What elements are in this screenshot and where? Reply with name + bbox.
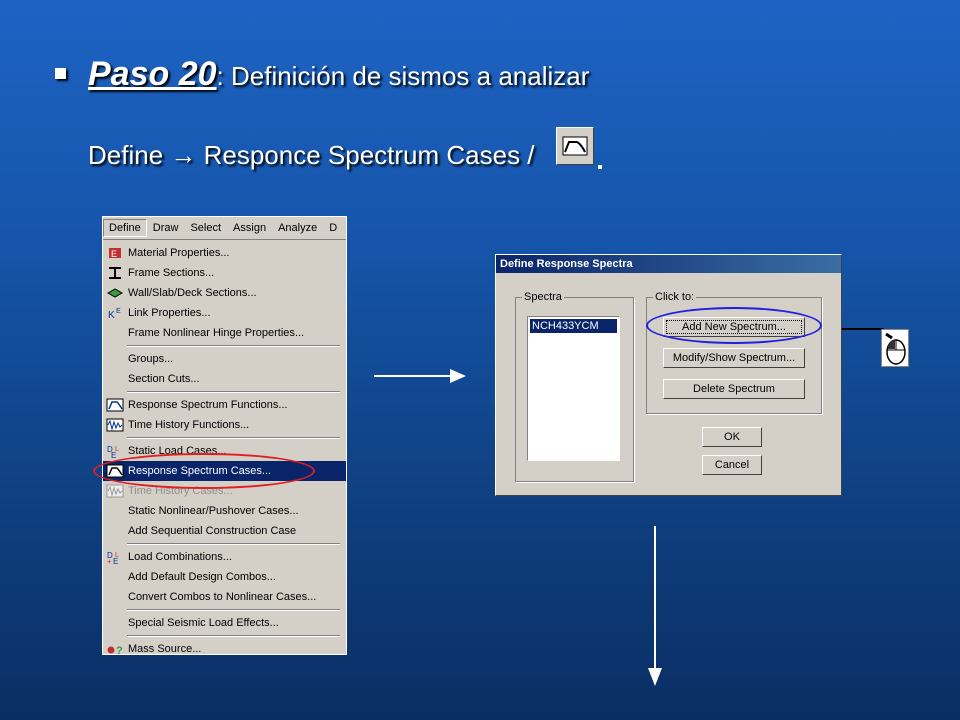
menu-item-frame-hinge[interactable]: Frame Nonlinear Hinge Properties... bbox=[103, 323, 346, 343]
svg-text:?: ? bbox=[116, 645, 123, 655]
menu-item-label: Convert Combos to Nonlinear Cases... bbox=[128, 591, 317, 603]
slide-title: Paso 20: Definición de sismos a analizar bbox=[55, 55, 589, 94]
spectra-group: Spectra NCH433YCM bbox=[515, 291, 634, 482]
menu-item-label: Groups... bbox=[128, 353, 174, 365]
menu-item-label: Link Properties... bbox=[128, 307, 211, 319]
menu-separator bbox=[127, 635, 340, 637]
menu-item-label: Frame Sections... bbox=[128, 267, 215, 279]
menu-separator bbox=[127, 391, 340, 393]
menu-design[interactable]: D bbox=[323, 222, 343, 234]
menu-separator bbox=[127, 609, 340, 611]
blank-icon bbox=[106, 504, 124, 518]
period-mark bbox=[598, 165, 602, 169]
menu-path-text: Define → Responce Spectrum Cases / bbox=[88, 140, 535, 170]
menu-separator bbox=[127, 345, 340, 347]
menu-select[interactable]: Select bbox=[184, 222, 227, 234]
arrow-right-icon bbox=[374, 369, 466, 383]
menu-item-label: Load Combinations... bbox=[128, 551, 232, 563]
spectra-group-label: Spectra bbox=[522, 291, 564, 303]
arrow-down-icon bbox=[648, 526, 662, 686]
menu-item-label: Mass Source... bbox=[128, 643, 202, 655]
menu-item-section-cuts[interactable]: Section Cuts... bbox=[103, 369, 346, 389]
button-highlight-ellipse bbox=[646, 307, 822, 344]
mass-source-icon: ? bbox=[106, 642, 124, 655]
link-icon: KE bbox=[106, 306, 124, 321]
menu-item-groups[interactable]: Groups... bbox=[103, 349, 346, 369]
menu-item-material-properties[interactable]: E Material Properties... bbox=[103, 243, 346, 263]
menu-item-wall-slab-deck[interactable]: Wall/Slab/Deck Sections... bbox=[103, 283, 346, 303]
svg-text:E: E bbox=[116, 308, 121, 315]
spectrum-icon bbox=[562, 136, 588, 156]
material-icon: E bbox=[106, 246, 124, 260]
blank-icon bbox=[106, 524, 124, 538]
static-load-icon: DLE bbox=[106, 444, 124, 460]
menu-separator bbox=[127, 437, 340, 439]
menu-item-label: Wall/Slab/Deck Sections... bbox=[128, 287, 257, 299]
menubar: Define Draw Select Assign Analyze D bbox=[103, 217, 346, 240]
menu-item-load-combinations[interactable]: D L + E Load Combinations... bbox=[103, 547, 346, 567]
menu-item-label: Add Default Design Combos... bbox=[128, 571, 276, 583]
load-combo-icon: D L + E bbox=[106, 550, 124, 566]
menu-item-label: Response Spectrum Functions... bbox=[128, 399, 288, 411]
menu-item-label: Material Properties... bbox=[128, 247, 230, 259]
menu-analyze[interactable]: Analyze bbox=[272, 222, 323, 234]
svg-text:E: E bbox=[113, 557, 118, 564]
define-menu: Define Draw Select Assign Analyze D E Ma… bbox=[102, 216, 347, 655]
blank-icon bbox=[106, 616, 124, 630]
blank-icon bbox=[106, 372, 124, 386]
blank-icon bbox=[106, 352, 124, 366]
bullet-icon bbox=[55, 68, 66, 80]
blank-icon bbox=[106, 590, 124, 604]
menu-define[interactable]: Define bbox=[103, 219, 147, 237]
blank-icon bbox=[106, 326, 124, 340]
menu-item-label: Time History Functions... bbox=[128, 419, 250, 431]
mouse-click-icon bbox=[881, 329, 909, 367]
click-to-label: Click to: bbox=[653, 291, 697, 303]
menu-item-label: Static Nonlinear/Pushover Cases... bbox=[128, 505, 299, 517]
highlight-ellipse bbox=[93, 453, 315, 489]
spectra-list-item[interactable]: NCH433YCM bbox=[530, 319, 617, 333]
menu-item-label: Section Cuts... bbox=[128, 373, 200, 385]
menu-item-convert-combos[interactable]: Convert Combos to Nonlinear Cases... bbox=[103, 587, 346, 607]
menu-item-time-history-functions[interactable]: Time History Functions... bbox=[103, 415, 346, 435]
define-response-spectra-dialog: Define Response Spectra Spectra NCH433YC… bbox=[495, 254, 842, 496]
time-history-case-icon bbox=[106, 484, 124, 498]
wall-slab-icon bbox=[106, 286, 124, 300]
menu-item-sequential-construction[interactable]: Add Sequential Construction Case bbox=[103, 521, 346, 541]
menu-item-default-design-combos[interactable]: Add Default Design Combos... bbox=[103, 567, 346, 587]
menu-item-mass-source[interactable]: ? Mass Source... bbox=[103, 639, 346, 655]
cancel-button[interactable]: Cancel bbox=[702, 455, 762, 475]
menu-item-label: Frame Nonlinear Hinge Properties... bbox=[128, 327, 305, 339]
blank-icon bbox=[106, 570, 124, 584]
spectrum-function-icon bbox=[106, 398, 124, 412]
menu-item-label: Add Sequential Construction Case bbox=[128, 525, 297, 537]
menu-item-frame-sections[interactable]: Frame Sections... bbox=[103, 263, 346, 283]
menu-item-special-seismic[interactable]: Special Seismic Load Effects... bbox=[103, 613, 346, 633]
delete-spectrum-button[interactable]: Delete Spectrum bbox=[663, 379, 805, 399]
menu-assign[interactable]: Assign bbox=[227, 222, 272, 234]
svg-text:K: K bbox=[108, 310, 115, 320]
ok-button[interactable]: OK bbox=[702, 427, 762, 447]
menu-item-response-spectrum-functions[interactable]: Response Spectrum Functions... bbox=[103, 395, 346, 415]
menu-draw[interactable]: Draw bbox=[147, 222, 185, 234]
svg-text:E: E bbox=[111, 249, 117, 259]
svg-text:+: + bbox=[107, 557, 112, 564]
menu-item-link-properties[interactable]: KE Link Properties... bbox=[103, 303, 346, 323]
response-spectrum-toolbar-button[interactable] bbox=[556, 127, 594, 165]
frame-section-icon bbox=[106, 266, 124, 280]
menu-item-static-nonlinear[interactable]: Static Nonlinear/Pushover Cases... bbox=[103, 501, 346, 521]
spectra-listbox[interactable]: NCH433YCM bbox=[527, 316, 620, 461]
time-history-icon bbox=[106, 418, 124, 432]
menu-separator bbox=[127, 543, 340, 545]
modify-show-spectrum-button[interactable]: Modify/Show Spectrum... bbox=[663, 348, 805, 368]
step-label: Paso 20 bbox=[88, 55, 217, 93]
svg-text:E: E bbox=[111, 451, 116, 458]
dialog-title: Define Response Spectra bbox=[496, 255, 841, 273]
menu-item-label: Special Seismic Load Effects... bbox=[128, 617, 279, 629]
step-description: : Definición de sismos a analizar bbox=[216, 61, 590, 91]
